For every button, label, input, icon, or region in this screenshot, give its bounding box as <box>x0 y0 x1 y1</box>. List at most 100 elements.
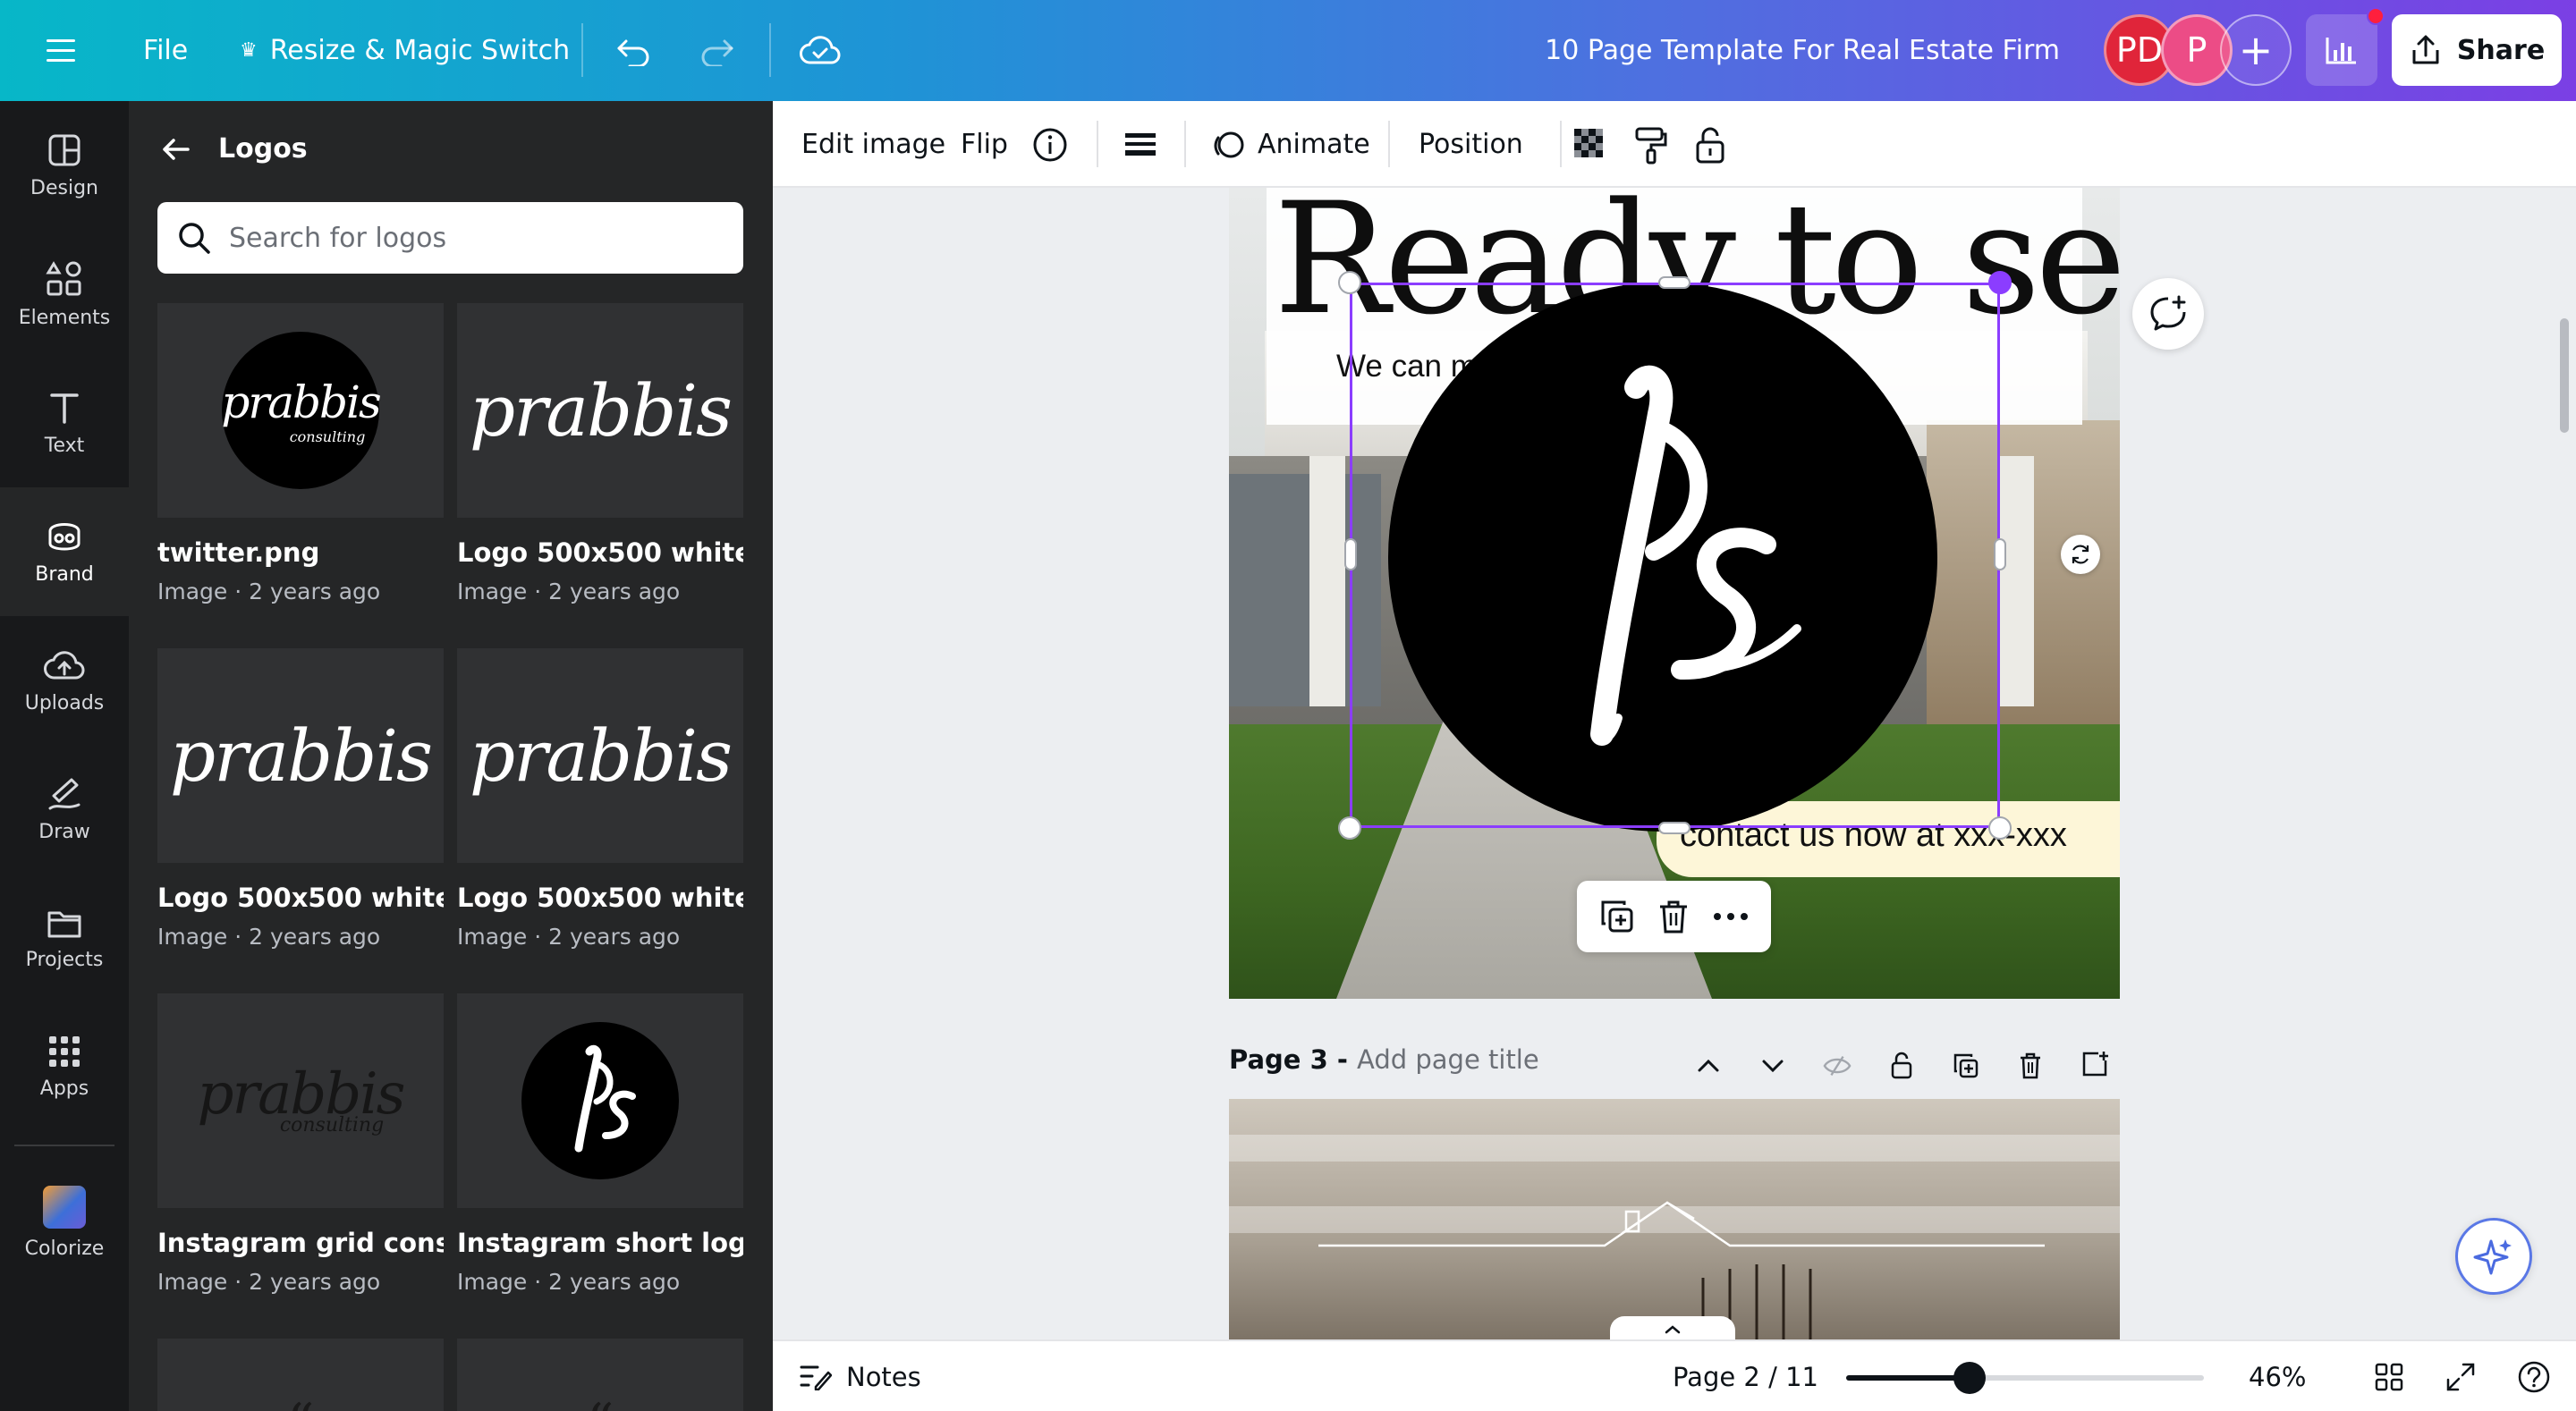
rail-item-uploads[interactable]: Uploads <box>0 616 129 745</box>
hide-page-button[interactable] <box>1823 1052 1852 1080</box>
grid-view-icon <box>2375 1363 2403 1391</box>
magic-assistant-button[interactable] <box>2455 1218 2532 1295</box>
page-indicator[interactable]: Page 2 / 11 <box>1673 1341 1818 1411</box>
logo-card[interactable]: Instagram short logo... Image · 2 years … <box>457 993 743 1295</box>
comment-plus-icon <box>2150 295 2186 331</box>
chevron-down-icon <box>1762 1060 1784 1073</box>
resize-handle-bottom-left[interactable] <box>1338 816 1361 840</box>
border-weight-icon <box>1125 132 1156 156</box>
edit-image-button[interactable]: Edit image <box>801 101 945 188</box>
animate-button[interactable]: Animate <box>1211 101 1370 188</box>
share-button[interactable]: Share <box>2392 14 2562 86</box>
cloud-saved-button[interactable] <box>800 0 841 101</box>
logo-thumbnail[interactable]: prabbis <box>457 648 743 863</box>
grid-view-button[interactable] <box>2374 1341 2404 1411</box>
redo-button[interactable] <box>698 0 735 101</box>
chevron-up-icon <box>1698 1059 1719 1072</box>
plus-icon: + <box>2238 26 2274 74</box>
delete-element-button[interactable] <box>1657 899 1690 934</box>
rail-item-colorize[interactable]: Colorize <box>0 1158 129 1287</box>
rail-item-draw[interactable]: Draw <box>0 745 129 874</box>
logo-card[interactable]: prabbis consulting Instagram grid consul… <box>157 993 444 1295</box>
border-style-button[interactable] <box>1123 101 1157 188</box>
logo-card[interactable]: prabbis Logo 500x500 white l... Image · … <box>457 303 743 604</box>
back-arrow-icon[interactable] <box>161 137 191 162</box>
info-button[interactable] <box>1032 101 1068 188</box>
rail-item-elements[interactable]: Elements <box>0 230 129 359</box>
add-collaborator-button[interactable]: + <box>2220 14 2292 86</box>
transparency-button[interactable] <box>1572 101 1608 188</box>
rail-item-label: Text <box>44 434 85 457</box>
redo-icon <box>701 39 733 66</box>
duplicate-element-button[interactable] <box>1599 899 1635 934</box>
help-button[interactable] <box>2517 1341 2551 1411</box>
logo-thumbnail[interactable]: prabbis <box>157 648 444 863</box>
rail-item-design[interactable]: Design <box>0 101 129 230</box>
page-2[interactable]: Ready to sell? We can m oc stress free! … <box>1229 188 2120 999</box>
lock-button[interactable] <box>1694 101 1726 188</box>
rail-item-projects[interactable]: Projects <box>0 874 129 1002</box>
logo-thumbnail-partial[interactable]: “ <box>157 1339 444 1411</box>
bar-chart-icon <box>2326 38 2356 64</box>
position-button[interactable]: Position <box>1419 101 1523 188</box>
resize-handle-top-right[interactable] <box>1988 271 2012 294</box>
rail-item-text[interactable]: Text <box>0 359 129 487</box>
rotate-handle[interactable] <box>2061 535 2100 574</box>
main-menu-button[interactable] <box>47 0 79 101</box>
add-comment-button[interactable] <box>2132 278 2204 350</box>
rail-item-brand[interactable]: Brand <box>0 487 129 616</box>
lock-page-button[interactable] <box>1887 1052 1916 1080</box>
undo-button[interactable] <box>615 0 653 101</box>
logo-thumbnail[interactable]: prabbis <box>457 303 743 518</box>
logo-thumbnail-partial[interactable]: “ <box>457 1339 743 1411</box>
document-title[interactable]: 10 Page Template For Real Estate Firm <box>1545 0 2060 101</box>
logo-card[interactable]: prabbis consulting twitter.png Image · 2… <box>157 303 444 604</box>
copy-style-button[interactable] <box>1633 101 1669 188</box>
zoom-slider[interactable] <box>1846 1362 2204 1394</box>
more-options-button[interactable] <box>1713 912 1749 921</box>
left-rail: Design Elements Text Brand Uploads Draw … <box>0 101 129 1411</box>
logo-thumbnail[interactable]: prabbis consulting <box>157 303 444 518</box>
fullscreen-button[interactable] <box>2445 1341 2476 1411</box>
resize-handle-right[interactable] <box>1994 538 2006 570</box>
eye-off-icon <box>1823 1056 1852 1076</box>
resize-magic-switch-button[interactable]: ♛ Resize & Magic Switch <box>240 0 570 101</box>
resize-handle-left[interactable] <box>1344 538 1357 570</box>
logo-card[interactable]: prabbis Logo 500x500 white ... Image · 2… <box>157 648 444 950</box>
logo-card[interactable]: prabbis Logo 500x500 white ... Image · 2… <box>457 648 743 950</box>
page-3[interactable] <box>1229 1099 2120 1339</box>
card-title: Instagram grid consul... <box>157 1228 444 1258</box>
page-3-title[interactable]: Page 3 - Add page title <box>1229 1044 1539 1075</box>
duplicate-page-button[interactable] <box>1952 1052 1980 1080</box>
add-page-button[interactable] <box>2080 1050 2109 1078</box>
zoom-slider-knob[interactable] <box>1953 1362 1986 1394</box>
search-input[interactable] <box>229 222 730 254</box>
expand-icon <box>2446 1363 2475 1391</box>
rail-item-label: Design <box>30 176 98 199</box>
logo-thumbnail[interactable]: prabbis consulting <box>157 993 444 1208</box>
zoom-level[interactable]: 46% <box>2249 1341 2306 1411</box>
insights-button[interactable] <box>2306 14 2377 86</box>
animate-label: Animate <box>1258 129 1370 160</box>
notes-button[interactable]: Notes <box>800 1341 921 1411</box>
rail-item-label: Projects <box>25 948 104 971</box>
vertical-scrollbar[interactable] <box>2560 318 2569 433</box>
logo-thumbnail[interactable] <box>457 993 743 1208</box>
flip-button[interactable]: Flip <box>961 101 1008 188</box>
move-page-down-button[interactable] <box>1758 1052 1787 1080</box>
resize-handle-top-left[interactable] <box>1338 271 1361 294</box>
resize-handle-bottom-right[interactable] <box>1988 816 2012 840</box>
card-title: Logo 500x500 white l... <box>457 537 743 568</box>
help-icon <box>2518 1361 2550 1393</box>
file-menu-button[interactable]: File <box>143 0 188 101</box>
rail-item-apps[interactable]: Apps <box>0 1002 129 1131</box>
move-page-up-button[interactable] <box>1694 1052 1723 1080</box>
logo-search-box[interactable] <box>157 202 743 274</box>
resize-handle-top[interactable] <box>1658 276 1690 289</box>
resize-handle-bottom[interactable] <box>1658 822 1690 834</box>
photo-column <box>1309 456 1345 706</box>
page-title-placeholder[interactable]: Add page title <box>1357 1044 1539 1075</box>
show-pages-tab[interactable] <box>1610 1316 1735 1339</box>
delete-page-button[interactable] <box>2016 1052 2045 1080</box>
selected-logo-image[interactable] <box>1388 283 1937 832</box>
